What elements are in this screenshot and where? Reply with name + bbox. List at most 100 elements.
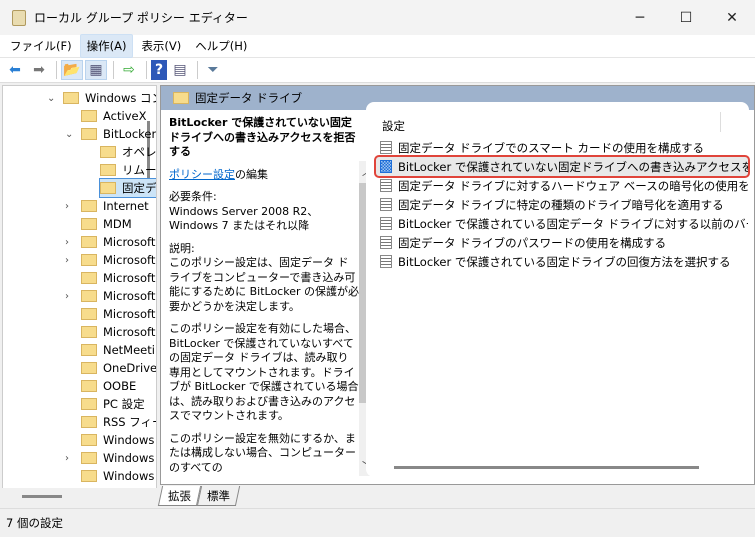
folder-icon xyxy=(81,452,97,464)
folder-icon xyxy=(81,380,97,392)
tree-node-label: オペレーティング xyxy=(122,145,157,159)
menu-view[interactable]: 表示(V) xyxy=(135,35,187,57)
tree-node[interactable]: オペレーティング xyxy=(100,143,157,161)
folder-icon xyxy=(81,398,97,410)
tree-node-label: Windows コンポーネント xyxy=(85,91,156,105)
folder-icon xyxy=(81,344,97,356)
tree-node[interactable]: ⌄ Windows コンポーネント xyxy=(47,89,156,107)
tree-node[interactable]: OOBE xyxy=(81,377,136,395)
description-p2: このポリシー設定を有効にした場合、BitLocker で保護されていないすべての… xyxy=(169,322,359,422)
tab-standard-label: 標準 xyxy=(207,489,230,503)
tree-node[interactable]: NetMeeting xyxy=(81,341,156,359)
tree-node-label: Internet xyxy=(103,199,149,213)
tree-node[interactable]: Microsoft xyxy=(81,269,155,287)
tree-node[interactable]: MDM xyxy=(81,215,132,233)
window-title: ローカル グループ ポリシー エディター xyxy=(34,11,248,25)
folder-icon xyxy=(81,128,97,140)
setting-row[interactable]: BitLocker で保護されていない固定ドライブへの書き込みアクセスを... xyxy=(374,155,750,178)
up-folder-icon[interactable]: 📂 xyxy=(61,60,83,80)
tree-node[interactable]: › Internet xyxy=(65,197,149,215)
policy-setting-icon xyxy=(380,255,392,268)
tree-node-label: Windows xyxy=(103,433,155,447)
tab-standard[interactable]: 標準 xyxy=(196,486,241,506)
view-tabs: 拡張 標準 xyxy=(157,486,241,506)
tree-node-label: BitLocker xyxy=(103,127,157,141)
tree-node-label: 固定データ xyxy=(122,181,157,195)
chevron-right-icon[interactable]: › xyxy=(65,237,69,248)
chevron-down-icon[interactable]: ⌄ xyxy=(47,93,55,104)
tree-node[interactable]: 固定データ xyxy=(99,178,157,198)
setting-row[interactable]: BitLocker で保護されている固定データ ドライブに対する以前のバー... xyxy=(376,214,748,233)
pane-header-title: 固定データ ドライブ xyxy=(195,91,303,105)
folder-icon xyxy=(100,182,116,194)
tree-node[interactable]: リムーバブル xyxy=(100,161,157,179)
policy-title: BitLocker で保護されていない固定ドライブへの書き込みアクセスを拒否する xyxy=(169,116,356,158)
tree-node-label: Microsoft xyxy=(103,253,156,267)
action-pane-icon[interactable]: ▤ xyxy=(169,60,191,80)
tree-horizontal-scrollbar[interactable] xyxy=(2,488,157,505)
tree-node[interactable]: › Microsoft xyxy=(65,287,155,305)
tree-node[interactable]: Windows xyxy=(81,467,154,485)
folder-icon xyxy=(81,200,97,212)
setting-row[interactable]: 固定データ ドライブに対するハードウェア ベースの暗号化の使用を構... xyxy=(376,176,748,195)
folder-icon xyxy=(100,164,116,176)
folder-icon xyxy=(81,236,97,248)
forward-icon[interactable]: ➡ xyxy=(28,60,50,80)
setting-label: 固定データ ドライブでのスマート カードの使用を構成する xyxy=(398,140,704,155)
chevron-down-icon[interactable]: ⌄ xyxy=(65,129,73,140)
policy-setting-icon xyxy=(380,160,392,173)
folder-icon xyxy=(63,92,79,104)
help-icon[interactable]: ? xyxy=(151,60,167,80)
export-list-icon[interactable]: ⇨ xyxy=(118,60,140,80)
tree-node-label: OneDrive xyxy=(103,361,157,375)
tree-node[interactable]: › Microsoft xyxy=(65,251,156,269)
menu-action[interactable]: 操作(A) xyxy=(79,34,134,58)
tree-node-label: Windows xyxy=(103,469,155,483)
policy-setting-icon xyxy=(380,217,392,230)
tab-extended[interactable]: 拡張 xyxy=(157,486,202,506)
tree-node-label: リムーバブル xyxy=(122,163,157,177)
setting-row[interactable]: 固定データ ドライブでのスマート カードの使用を構成する xyxy=(376,138,748,157)
tree-node[interactable]: › Windows xyxy=(65,449,154,467)
tree-node[interactable]: › Microsoft xyxy=(65,233,155,251)
back-icon[interactable]: ⬅ xyxy=(4,60,26,80)
tree-node[interactable]: Microsoft xyxy=(81,305,155,323)
menu-help[interactable]: ヘルプ(H) xyxy=(189,35,253,57)
tree-node[interactable]: RSS フィード xyxy=(81,413,156,431)
chevron-right-icon[interactable]: › xyxy=(65,255,69,266)
tree-node-label: Microsoft xyxy=(103,325,156,339)
tree-node[interactable]: OneDrive xyxy=(81,359,157,377)
tree-node-label: Microsoft xyxy=(103,271,156,285)
setting-row[interactable]: 固定データ ドライブに特定の種類のドライブ暗号化を適用する xyxy=(376,195,748,214)
tree-node[interactable]: Windows xyxy=(81,431,154,449)
setting-label: 固定データ ドライブのパスワードの使用を構成する xyxy=(398,235,667,250)
navigation-tree: ⌄ Windows コンポーネント ActiveX ⌄ BitLocker オペレーティン… xyxy=(2,85,157,505)
column-header-setting[interactable]: 設定 xyxy=(382,118,405,134)
tree-node[interactable]: ⌄ BitLocker xyxy=(65,125,157,143)
tree-node-label: RSS フィード xyxy=(103,415,156,429)
chevron-right-icon[interactable]: › xyxy=(65,291,69,302)
list-horizontal-scrollbar[interactable] xyxy=(394,466,699,469)
chevron-right-icon[interactable]: › xyxy=(65,201,69,212)
folder-icon xyxy=(81,272,97,284)
show-hide-tree-icon[interactable]: ▦ xyxy=(85,60,107,80)
details-pane: 固定データ ドライブ BitLocker で保護されていない固定ドライブへの書き… xyxy=(160,85,755,485)
tree-node[interactable]: ActiveX xyxy=(81,107,146,125)
setting-row[interactable]: BitLocker で保護されている固定ドライブの回復方法を選択する xyxy=(376,252,748,271)
menu-file[interactable]: ファイル(F) xyxy=(4,35,78,57)
maximize-button[interactable]: ☐ xyxy=(663,0,709,35)
edit-label: の編集 xyxy=(235,167,268,181)
setting-row[interactable]: 固定データ ドライブのパスワードの使用を構成する xyxy=(376,233,748,252)
tree-node-label: OOBE xyxy=(103,379,137,393)
tree-node[interactable]: PC 設定 xyxy=(81,395,145,413)
policy-setting-icon xyxy=(380,179,392,192)
tree-node[interactable]: Microsoft xyxy=(81,323,155,341)
folder-icon xyxy=(81,308,97,320)
policy-settings-link[interactable]: ポリシー設定 xyxy=(169,168,235,181)
minimize-button[interactable]: ─ xyxy=(617,0,663,35)
filter-icon[interactable]: ⏷ xyxy=(202,60,224,80)
close-button[interactable]: ✕ xyxy=(709,0,755,35)
description-p1: このポリシー設定は、固定データ ドライブをコンピューターで書き込み可能にするため… xyxy=(169,256,359,313)
setting-label: BitLocker で保護されている固定ドライブの回復方法を選択する xyxy=(398,254,731,269)
chevron-right-icon[interactable]: › xyxy=(65,453,69,464)
